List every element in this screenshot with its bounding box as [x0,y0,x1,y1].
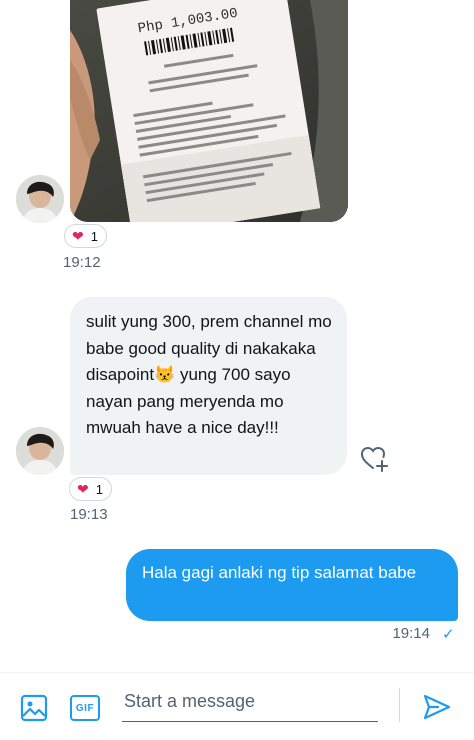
reaction-badge[interactable]: ❤ 1 [64,224,107,248]
avatar[interactable] [16,427,64,475]
message-text: Hala gagi anlaki ng tip salamat babe [142,563,417,582]
avatar[interactable] [16,175,64,223]
image-icon[interactable] [20,694,48,722]
heart-icon: ❤ [77,481,89,497]
message-timestamp: 19:13 [70,506,108,523]
reaction-badge[interactable]: ❤ 1 [69,477,112,501]
incoming-message-bubble[interactable]: sulit yung 300, prem channel mo babe goo… [70,297,347,475]
outgoing-message-bubble[interactable]: Hala gagi anlaki ng tip salamat babe [126,549,458,621]
image-message[interactable]: Php 1,003.00 [70,0,348,222]
check-icon: ✓ [442,626,455,643]
heart-icon: ❤ [72,228,84,244]
reaction-count: 1 [95,481,103,497]
gif-button[interactable]: GIF [70,695,100,721]
add-reaction-icon[interactable] [359,444,389,474]
message-timestamp: 19:14 [392,625,430,642]
message-input[interactable] [122,686,378,722]
divider [399,688,400,722]
message-timestamp: 19:12 [63,254,101,271]
reaction-count: 1 [90,228,98,244]
pouting-cat-emoji: 😾 [154,365,176,384]
send-icon[interactable] [422,692,452,722]
gif-icon: GIF [75,702,95,714]
